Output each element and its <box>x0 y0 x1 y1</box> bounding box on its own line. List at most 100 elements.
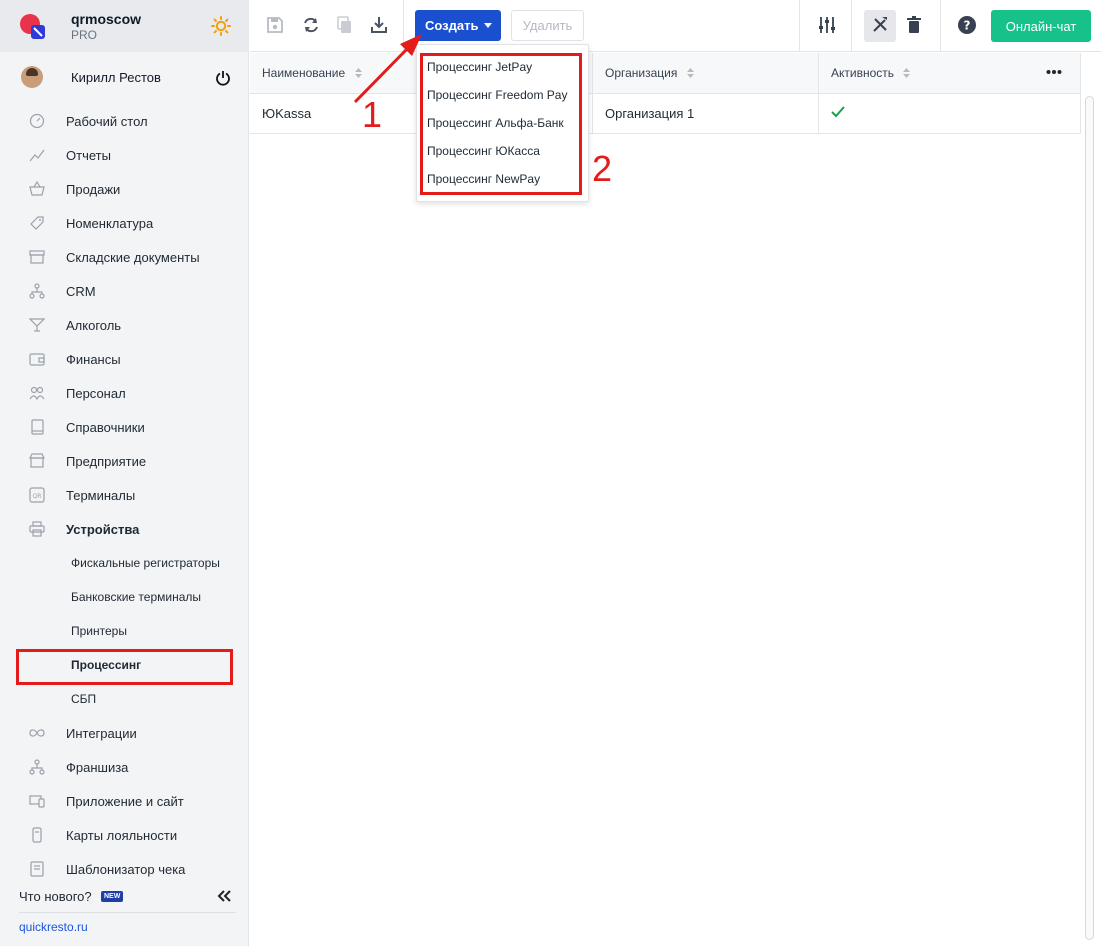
sidebar-item-label: Персонал <box>66 386 126 401</box>
sidebar-item-crm[interactable]: CRM <box>0 274 249 308</box>
sidebar-item-nomenclature[interactable]: Номенклатура <box>0 206 249 240</box>
sidebar: qrmoscow PRO Кирилл Рестов Рабочий стол … <box>0 0 249 946</box>
sort-icon <box>686 68 694 78</box>
chevron-down-icon <box>484 23 492 28</box>
sidebar-item-label: Интеграции <box>66 726 137 741</box>
sidebar-item-label: Финансы <box>66 352 121 367</box>
qr-icon: QR <box>29 487 45 503</box>
printer-icon <box>29 521 45 537</box>
sidebar-nav: Рабочий стол Отчеты Продажи Номенклатура… <box>0 104 249 886</box>
save-icon[interactable] <box>265 15 285 35</box>
scrollbar[interactable] <box>1085 96 1094 940</box>
sun-icon[interactable] <box>211 16 231 36</box>
sidebar-item-warehouse-docs[interactable]: Складские документы <box>0 240 249 274</box>
user-name: Кирилл Рестов <box>71 70 161 85</box>
toolbar-divider <box>851 0 852 52</box>
annotation-step-1: 1 <box>362 94 383 135</box>
more-options-icon[interactable] <box>1046 66 1062 78</box>
brand-name: qrmoscow <box>71 11 142 27</box>
sort-icon <box>903 68 911 78</box>
cell-activity <box>819 94 1081 133</box>
sidebar-subitem-label: Принтеры <box>71 624 127 638</box>
create-button-label: Создать <box>425 18 479 33</box>
dashboard-icon <box>29 113 45 129</box>
sidebar-item-dashboard[interactable]: Рабочий стол <box>0 104 249 138</box>
column-header-label: Организация <box>605 66 678 80</box>
sidebar-item-franchise[interactable]: Франшиза <box>0 750 249 784</box>
basket-icon <box>29 181 45 196</box>
highlight-box-processing <box>16 649 233 685</box>
avatar <box>21 66 43 88</box>
sidebar-item-label: Шаблонизатор чека <box>66 862 186 877</box>
brand-header: qrmoscow PRO <box>0 0 249 52</box>
sidebar-item-terminals[interactable]: QR Терминалы <box>0 478 249 512</box>
highlight-box-dropdown <box>420 53 582 195</box>
sidebar-item-directories[interactable]: Справочники <box>0 410 249 444</box>
sidebar-subitem-bank-terminals[interactable]: Банковские терминалы <box>0 580 249 614</box>
check-icon <box>831 106 845 118</box>
chart-icon <box>29 149 45 162</box>
book-icon <box>31 419 44 435</box>
sidebar-item-label: Устройства <box>66 522 140 537</box>
people-icon <box>29 386 45 401</box>
user-profile[interactable]: Кирилл Рестов <box>0 60 249 96</box>
cell-organization: Организация 1 <box>593 94 819 133</box>
column-header-label: Наименование <box>262 66 346 80</box>
wallet-icon <box>29 353 45 366</box>
sidebar-subitem-sbp[interactable]: СБП <box>0 682 249 716</box>
sidebar-item-reports[interactable]: Отчеты <box>0 138 249 172</box>
sidebar-item-sales[interactable]: Продажи <box>0 172 249 206</box>
annotation-step-2: 2 <box>592 148 613 189</box>
sidebar-item-label: Франшиза <box>66 760 129 775</box>
sidebar-item-app-site[interactable]: Приложение и сайт <box>0 784 249 818</box>
sidebar-subitem-label: Банковские терминалы <box>71 590 202 604</box>
sidebar-item-devices[interactable]: Устройства <box>0 512 249 546</box>
card-icon <box>32 827 42 843</box>
toolbar-divider <box>940 0 941 52</box>
sidebar-item-receipt-templates[interactable]: Шаблонизатор чека <box>0 852 249 886</box>
network-icon <box>29 283 45 299</box>
sidebar-item-alcohol[interactable]: Алкоголь <box>0 308 249 342</box>
annotation-arrow-icon <box>353 34 422 104</box>
sidebar-item-staff[interactable]: Персонал <box>0 376 249 410</box>
cocktail-icon <box>29 318 45 332</box>
sidebar-subitem-label: Фискальные регистраторы <box>71 556 220 570</box>
whats-new-link[interactable]: Что нового? <box>19 889 92 904</box>
app-window: qrmoscow PRO Кирилл Рестов Рабочий стол … <box>0 0 1101 946</box>
toolbar-divider <box>799 0 800 52</box>
online-chat-button[interactable]: Онлайн-чат <box>991 10 1091 42</box>
sidebar-item-label: Отчеты <box>66 148 111 163</box>
delete-button[interactable]: Удалить <box>511 10 584 41</box>
sidebar-item-label: Предприятие <box>66 454 147 469</box>
site-link[interactable]: quickresto.ru <box>19 920 88 934</box>
tag-icon <box>30 216 44 230</box>
brand-logo-icon <box>20 14 45 39</box>
column-header-organization[interactable]: Организация <box>593 53 819 93</box>
sidebar-subitem-printers[interactable]: Принтеры <box>0 614 249 648</box>
svg-text:QR: QR <box>33 493 42 500</box>
sidebar-subitem-fiscal[interactable]: Фискальные регистраторы <box>0 546 249 580</box>
sidebar-divider <box>19 912 236 913</box>
column-header-label: Активность <box>831 66 895 80</box>
store-icon <box>29 453 45 468</box>
sidebar-item-label: Рабочий стол <box>66 114 148 129</box>
sidebar-item-finance[interactable]: Финансы <box>0 342 249 376</box>
sidebar-item-label: CRM <box>66 284 96 299</box>
sidebar-item-enterprise[interactable]: Предприятие <box>0 444 249 478</box>
trash-icon[interactable] <box>904 15 924 35</box>
collapse-sidebar-icon[interactable] <box>216 888 232 904</box>
sidebar-item-label: Терминалы <box>66 488 136 503</box>
sidebar-item-label: Приложение и сайт <box>66 794 184 809</box>
new-badge: NEW <box>101 891 124 902</box>
refresh-icon[interactable] <box>301 15 321 35</box>
sidebar-item-label: Карты лояльности <box>66 828 178 843</box>
column-header-activity[interactable]: Активность <box>819 53 1081 93</box>
power-icon[interactable] <box>215 70 231 86</box>
sidebar-item-integrations[interactable]: Интеграции <box>0 716 249 750</box>
help-icon[interactable]: ? <box>957 15 977 35</box>
sidebar-subitem-label: СБП <box>71 692 97 706</box>
sidebar-item-loyalty-cards[interactable]: Карты лояльности <box>0 818 249 852</box>
sidebar-item-label: Номенклатура <box>66 216 154 231</box>
column-settings-icon[interactable] <box>817 15 837 35</box>
svg-text:?: ? <box>964 19 971 33</box>
